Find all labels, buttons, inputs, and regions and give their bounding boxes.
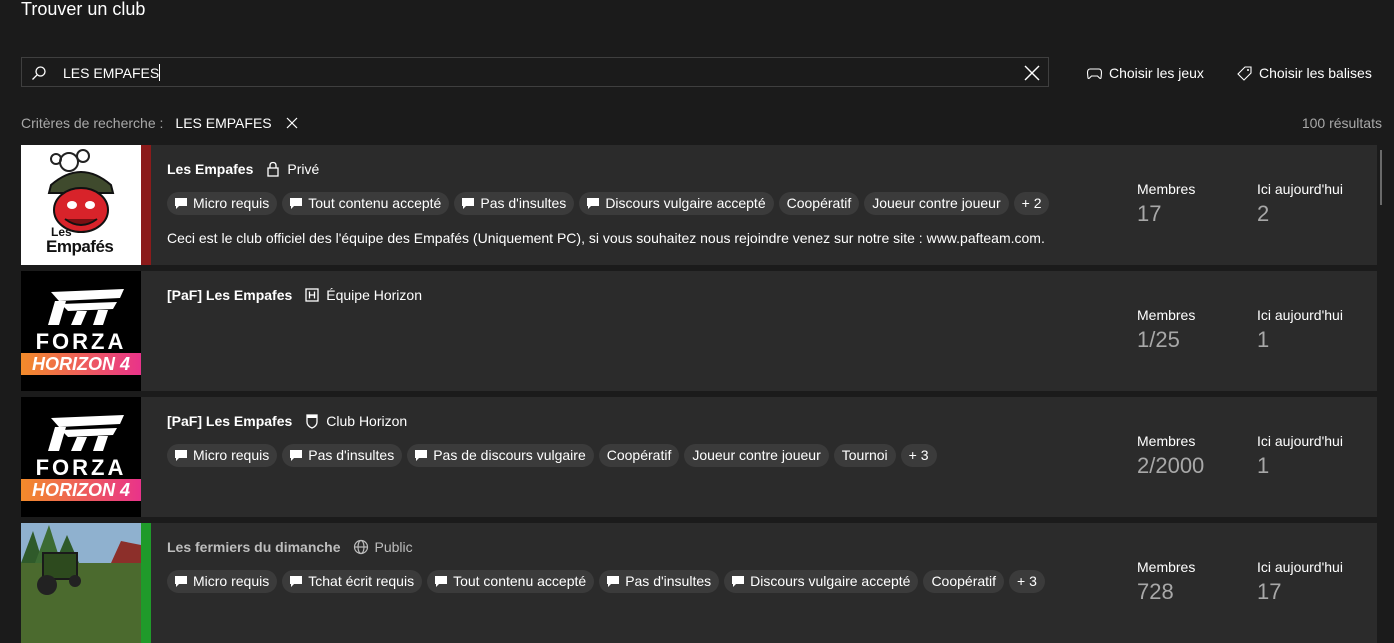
tag: Tchat écrit requis [282, 570, 423, 593]
members-stat: Membres 17 [1137, 181, 1196, 226]
choose-tags-button[interactable]: Choisir les balises [1237, 65, 1372, 81]
chat-bubble-icon [462, 198, 475, 209]
search-icon [32, 66, 46, 80]
more-tags-badge[interactable]: + 3 [900, 444, 937, 467]
today-stat: Ici aujourd'hui 17 [1257, 559, 1343, 604]
tag-list: Micro requis Tchat écrit requis Tout con… [167, 570, 1045, 593]
club-logo-farm [21, 523, 141, 643]
logo-forza-text: FORZA [35, 329, 127, 354]
today-stat: Ici aujourd'hui 2 [1257, 181, 1343, 226]
members-count: 728 [1137, 579, 1174, 604]
members-stat: Membres 2/2000 [1137, 433, 1205, 478]
members-count: 2/2000 [1137, 453, 1205, 478]
tag: Coopératif [598, 444, 680, 467]
today-count: 2 [1257, 201, 1270, 226]
tag: Micro requis [167, 444, 278, 467]
logo-text-large: Empafés [46, 237, 114, 256]
gamepad-icon [1087, 67, 1102, 79]
text-caret [159, 64, 160, 81]
tag: Pas d'insultes [454, 192, 575, 215]
chat-bubble-icon [175, 198, 187, 209]
today-stat: Ici aujourd'hui 1 [1257, 307, 1343, 352]
club-description: Ceci est le club officiel des l'équipe d… [167, 230, 1045, 246]
tag: Micro requis [167, 570, 278, 593]
club-type: Club Horizon [326, 413, 408, 429]
more-tags-badge[interactable]: + 2 [1013, 192, 1050, 215]
tag: Tout contenu accepté [427, 570, 595, 593]
horizon-badge-icon [305, 288, 319, 302]
tag: Joueur contre joueur [684, 444, 829, 467]
club-row-paf-club-horizon[interactable]: FORZA HORIZON 4 [PaF] Les Empafes Club H… [21, 397, 1377, 517]
chat-bubble-icon [607, 576, 620, 587]
club-logo-les-empafes: Les Empafés [21, 145, 141, 265]
shield-icon [306, 414, 318, 429]
chat-bubble-icon [290, 198, 303, 209]
remove-criteria-icon[interactable] [286, 117, 298, 129]
club-name: [PaF] Les Empafes [167, 413, 293, 429]
chat-bubble-icon [175, 450, 187, 461]
club-name: [PaF] Les Empafes [167, 287, 293, 303]
chat-bubble-icon [290, 576, 303, 587]
today-count: 1 [1257, 453, 1270, 478]
page-title: Trouver un club [21, 0, 146, 19]
members-count: 1/25 [1137, 327, 1180, 352]
club-row-paf-equipe-horizon[interactable]: FORZA HORIZON 4 [PaF] Les Empafes Équipe… [21, 271, 1377, 391]
tag: Pas de discours vulgaire [407, 444, 594, 467]
club-row-les-empafes[interactable]: Les Empafés Les Empafes Privé Micro requ… [21, 145, 1377, 265]
members-count: 17 [1137, 201, 1162, 226]
members-stat: Membres 1/25 [1137, 307, 1196, 352]
choose-tags-label: Choisir les balises [1259, 65, 1372, 81]
more-tags-badge[interactable]: + 3 [1009, 570, 1045, 593]
logo-horizon-text: HORIZON 4 [21, 353, 141, 375]
chat-bubble-icon [415, 450, 428, 461]
choose-games-button[interactable]: Choisir les jeux [1087, 65, 1204, 81]
club-type: Public [374, 539, 413, 555]
tag: Pas d'insultes [599, 570, 720, 593]
today-count: 17 [1257, 579, 1282, 604]
club-type: Équipe Horizon [326, 287, 422, 303]
club-name: Les Empafes [167, 161, 254, 177]
club-type: Privé [287, 161, 320, 177]
club-row-les-fermiers-du-dimanche[interactable]: Les fermiers du dimanche Public Micro re… [21, 523, 1377, 643]
tag: Tournoi [833, 444, 896, 467]
logo-forza-text: FORZA [35, 455, 127, 480]
chat-bubble-icon [587, 198, 600, 209]
tag: Coopératif [778, 192, 860, 215]
search-input[interactable]: LES EMPAFES [63, 65, 159, 81]
chat-bubble-icon [732, 576, 745, 587]
accent-bar [141, 145, 151, 265]
tag: Coopératif [923, 570, 1005, 593]
tag: Discours vulgaire accepté [579, 192, 774, 215]
accent-bar [141, 523, 151, 643]
logo-horizon-text: HORIZON 4 [21, 479, 141, 501]
clear-search-icon[interactable] [1022, 63, 1042, 83]
lock-icon [267, 161, 280, 177]
scrollbar[interactable] [1380, 150, 1382, 205]
chat-bubble-icon [435, 576, 448, 587]
tag: Tout contenu accepté [282, 192, 450, 215]
tag-list: Micro requis Tout contenu accepté Pas d'… [167, 192, 1050, 215]
search-criteria: Critères de recherche : LES EMPAFES [21, 115, 298, 131]
today-stat: Ici aujourd'hui 1 [1257, 433, 1343, 478]
today-count: 1 [1257, 327, 1270, 352]
chat-bubble-icon [175, 576, 187, 587]
choose-games-label: Choisir les jeux [1109, 65, 1204, 81]
result-count: 100 résultats [1301, 115, 1382, 131]
tag: Micro requis [167, 192, 278, 215]
members-stat: Membres 728 [1137, 559, 1196, 604]
criteria-label: Critères de recherche : [21, 115, 164, 131]
search-box[interactable]: LES EMPAFES [21, 57, 1049, 87]
globe-icon [353, 539, 368, 555]
tag: Discours vulgaire accepté [724, 570, 919, 593]
tag: Pas d'insultes [282, 444, 403, 467]
tag-list: Micro requis Pas d'insultes Pas de disco… [167, 444, 937, 467]
club-name: Les fermiers du dimanche [167, 539, 341, 555]
club-logo-forza-horizon-4: FORZA HORIZON 4 [21, 397, 141, 517]
criteria-term: LES EMPAFES [175, 115, 272, 131]
tag: Joueur contre joueur [864, 192, 1009, 215]
club-logo-forza-horizon-4: FORZA HORIZON 4 [21, 271, 141, 391]
chat-bubble-icon [290, 450, 303, 461]
tag-icon [1237, 65, 1252, 81]
